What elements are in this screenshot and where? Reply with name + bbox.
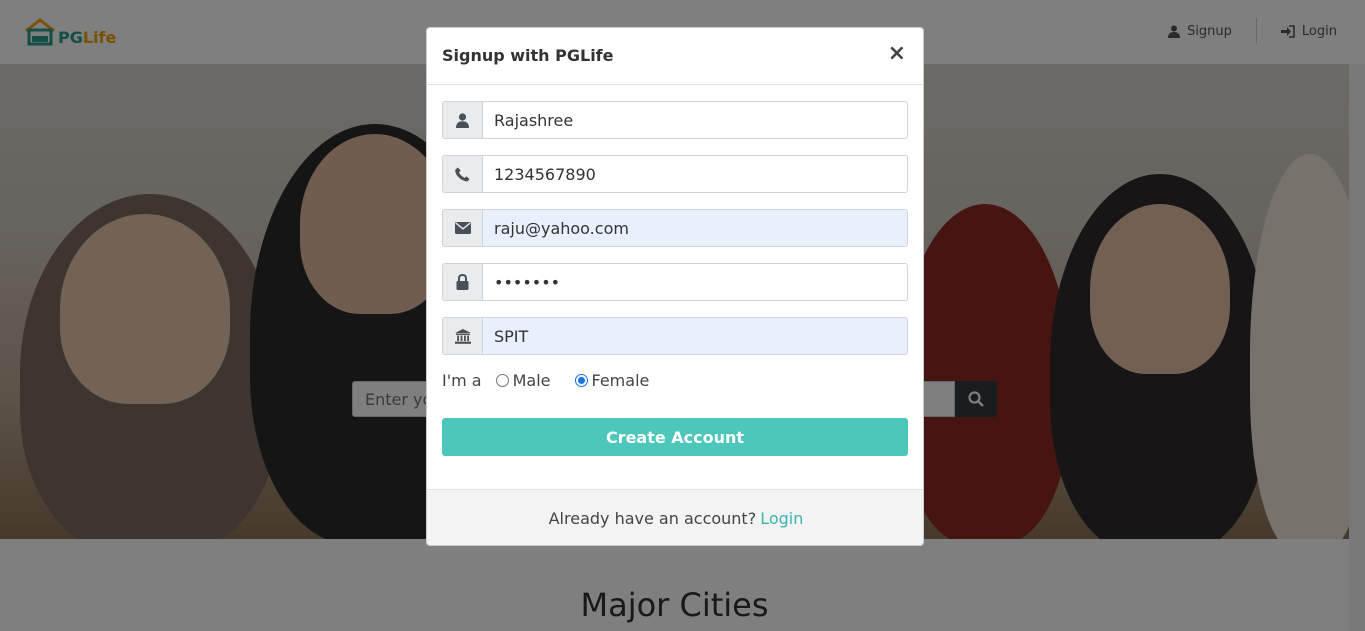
footer-login-link[interactable]: Login <box>760 509 803 528</box>
male-radio[interactable] <box>495 374 509 387</box>
create-account-button[interactable]: Create Account <box>442 418 908 456</box>
close-icon[interactable]: × <box>888 43 906 65</box>
envelope-icon <box>442 209 482 247</box>
email-field <box>442 209 908 247</box>
full-name-input[interactable] <box>482 101 908 139</box>
user-icon <box>442 101 482 139</box>
email-input[interactable] <box>482 209 908 247</box>
phone-input[interactable] <box>482 155 908 193</box>
university-icon <box>442 317 482 355</box>
password-input[interactable] <box>482 263 908 301</box>
college-input[interactable] <box>482 317 908 355</box>
lock-icon <box>442 263 482 301</box>
gender-prefix-label: I'm a <box>442 371 482 390</box>
phone-icon <box>442 155 482 193</box>
phone-field <box>442 155 908 193</box>
male-radio-label[interactable]: Male <box>513 371 551 390</box>
female-radio[interactable] <box>574 374 588 387</box>
female-radio-label[interactable]: Female <box>592 371 650 390</box>
full-name-field <box>442 101 908 139</box>
college-field <box>442 317 908 355</box>
signup-modal: Signup with PGLife × I'm a Male <box>426 27 924 546</box>
modal-title: Signup with PGLife <box>442 46 614 65</box>
modal-footer: Already have an account? Login <box>427 489 923 545</box>
password-field <box>442 263 908 301</box>
gender-selector: I'm a Male Female <box>442 371 649 390</box>
modal-header: Signup with PGLife × <box>427 28 923 85</box>
footer-text: Already have an account? <box>548 509 757 528</box>
